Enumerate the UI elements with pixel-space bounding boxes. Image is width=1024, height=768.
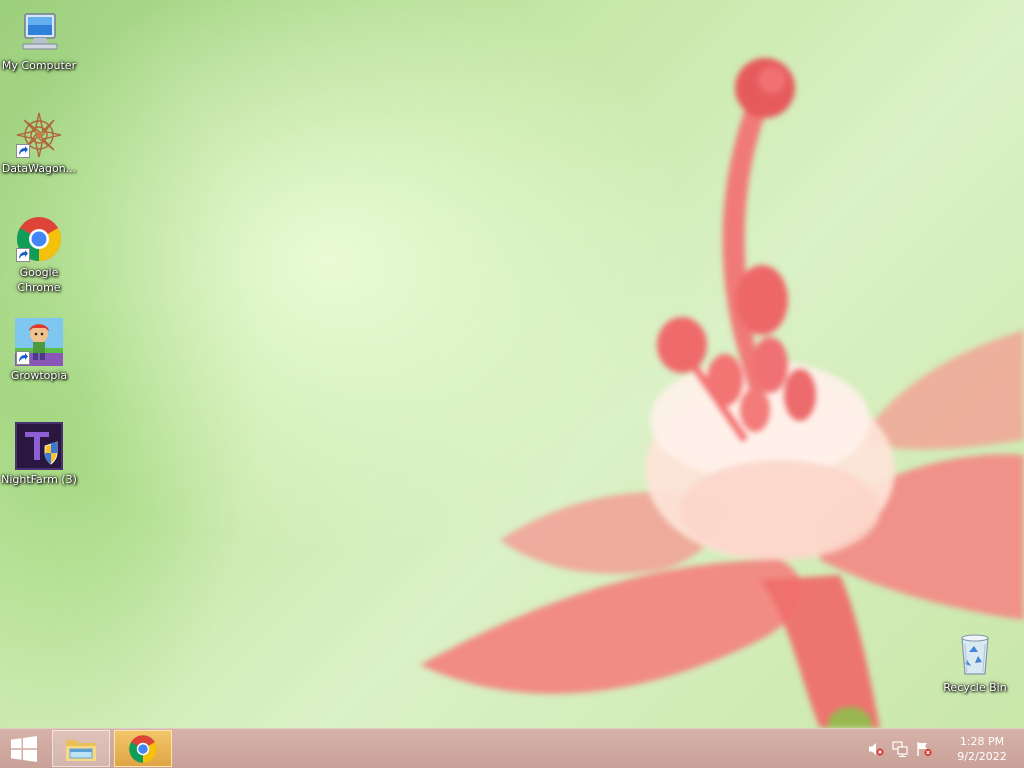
action-center-flag-icon[interactable] bbox=[914, 739, 934, 759]
desktop-icon-my-computer[interactable]: My Computer bbox=[1, 8, 77, 73]
growtopia-icon bbox=[15, 318, 63, 366]
shortcut-arrow-icon bbox=[16, 351, 30, 365]
taskbar-clock[interactable]: 1:28 PM 9/2/2022 bbox=[946, 734, 1018, 764]
chrome-icon bbox=[129, 734, 157, 763]
system-tray: 1:28 PM 9/2/2022 bbox=[866, 729, 1024, 768]
datawagon-icon bbox=[15, 111, 63, 159]
desktop-icon-growtopia[interactable]: Growtopia bbox=[1, 318, 77, 383]
wallpaper-flower bbox=[420, 58, 1024, 728]
speaker-muted-icon[interactable] bbox=[866, 739, 886, 759]
computer-icon bbox=[15, 8, 63, 56]
desktop-icon-label: DataWagon... bbox=[1, 162, 77, 175]
taskbar-chrome-button[interactable] bbox=[114, 730, 172, 767]
desktop-icon-datawagon[interactable]: DataWagon... bbox=[1, 111, 77, 176]
desktop-icon-recycle-bin[interactable]: Recycle Bin bbox=[937, 630, 1013, 695]
clock-date: 9/2/2022 bbox=[957, 749, 1007, 763]
nightfarm-icon bbox=[15, 422, 63, 470]
windows-logo-icon bbox=[11, 735, 37, 762]
shortcut-arrow-icon bbox=[16, 144, 30, 158]
desktop-icon-label: My Computer bbox=[1, 59, 77, 72]
file-explorer-icon bbox=[66, 739, 96, 761]
desktop-icon-label: Growtopia bbox=[10, 369, 68, 382]
start-button[interactable] bbox=[0, 729, 48, 768]
desktop-icon-nightfarm[interactable]: NightFarm (3) bbox=[1, 422, 77, 487]
desktop-icon-label: NightFarm (3) bbox=[1, 473, 77, 486]
taskbar: 1:28 PM 9/2/2022 bbox=[0, 728, 1024, 768]
recycle-bin-icon bbox=[951, 630, 999, 678]
chrome-icon bbox=[15, 215, 63, 263]
desktop-icon-label: Recycle Bin bbox=[943, 681, 1007, 694]
desktop[interactable]: My Computer DataWagon... Google Chrome G… bbox=[0, 0, 1024, 728]
network-icon[interactable] bbox=[890, 739, 910, 759]
taskbar-file-explorer-button[interactable] bbox=[52, 730, 110, 767]
shortcut-arrow-icon bbox=[16, 248, 30, 262]
clock-time: 1:28 PM bbox=[959, 734, 1005, 748]
desktop-icon-label: Google Chrome bbox=[17, 266, 61, 294]
desktop-icon-google-chrome[interactable]: Google Chrome bbox=[1, 215, 77, 295]
